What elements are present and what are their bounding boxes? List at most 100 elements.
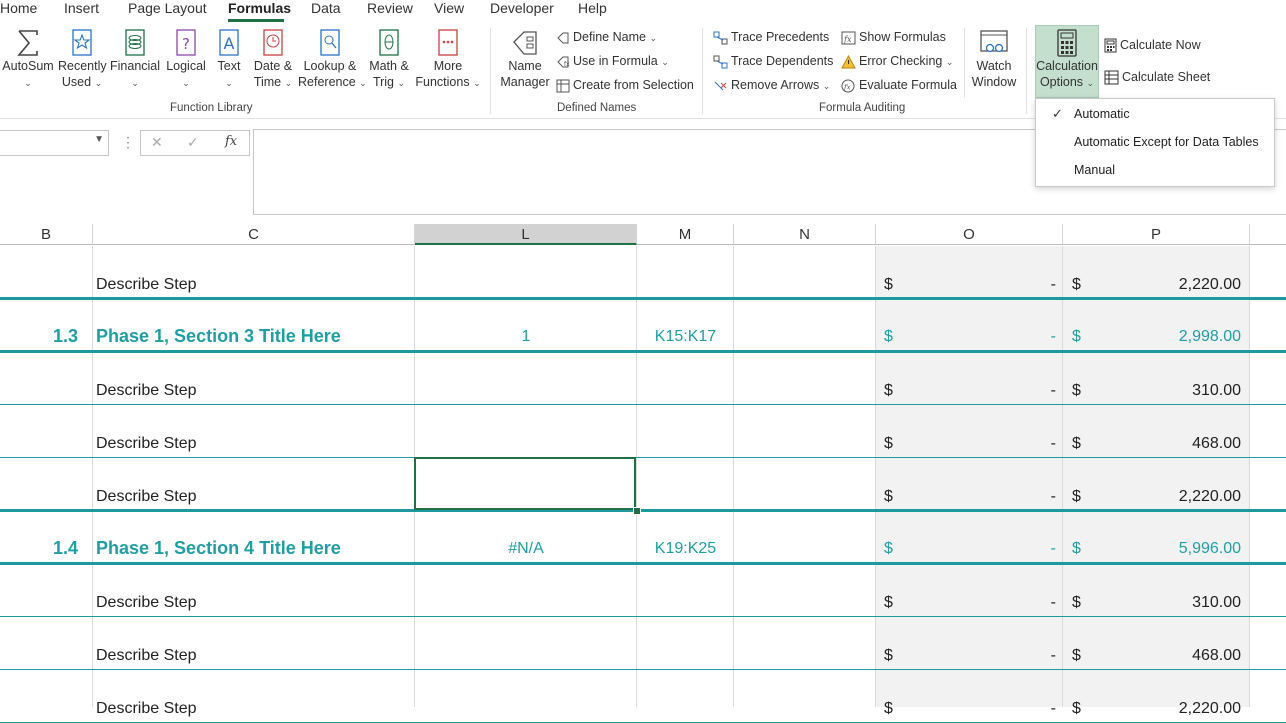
column-o-currency[interactable]: $ <box>884 539 893 559</box>
column-o-currency[interactable]: $ <box>884 646 893 666</box>
column-header-p[interactable]: P <box>1063 224 1250 245</box>
tab-data[interactable]: Data <box>311 0 341 16</box>
math-trig-button[interactable]: Math & Trig ⌄ <box>366 28 412 91</box>
column-m-value[interactable]: K19:K25 <box>637 539 734 559</box>
more-functions-button[interactable]: More Functions ⌄ <box>414 28 482 91</box>
column-p-value[interactable]: 468.00 <box>1100 434 1241 454</box>
column-o-value[interactable]: - <box>1000 539 1056 559</box>
column-header-n[interactable]: N <box>734 224 876 245</box>
column-header-m[interactable]: M <box>637 224 734 245</box>
show-formulas-button[interactable]: fx Show Formulas <box>841 29 946 45</box>
column-p-value[interactable]: 468.00 <box>1100 646 1241 666</box>
chevron-down-icon[interactable]: ▼ <box>94 134 104 145</box>
column-o-value[interactable]: - <box>1000 327 1056 347</box>
step-description[interactable]: Describe Step <box>96 646 197 666</box>
menu-item-automatic[interactable]: Automatic <box>1074 107 1130 121</box>
column-p-value[interactable]: 2,998.00 <box>1100 327 1241 347</box>
column-o-value[interactable]: - <box>1000 646 1056 666</box>
recently-used-button[interactable]: Recently Used ⌄ <box>58 28 107 91</box>
step-description[interactable]: Describe Step <box>96 275 197 295</box>
trace-precedents-button[interactable]: Trace Precedents <box>713 29 829 45</box>
step-description[interactable]: Describe Step <box>96 593 197 613</box>
tab-review[interactable]: Review <box>367 0 413 16</box>
column-p-value[interactable]: 2,220.00 <box>1100 275 1241 295</box>
trace-dependents-button[interactable]: Trace Dependents <box>713 53 833 69</box>
tab-formulas[interactable]: Formulas <box>228 0 291 16</box>
cancel-icon[interactable]: ✕ <box>151 134 163 151</box>
column-p-value[interactable]: 2,220.00 <box>1100 487 1241 507</box>
column-header-c[interactable]: C <box>93 224 415 245</box>
autosum-button[interactable]: AutoSum ⌄ <box>2 28 54 91</box>
column-o-value[interactable]: - <box>1000 699 1056 719</box>
column-o-currency[interactable]: $ <box>884 275 893 295</box>
step-description[interactable]: Describe Step <box>96 381 197 401</box>
column-p-value[interactable]: 2,220.00 <box>1100 699 1241 719</box>
formula-bar-grip[interactable]: ⋮ <box>121 134 135 151</box>
column-p-currency[interactable]: $ <box>1072 381 1081 401</box>
insert-function-icon[interactable]: fx <box>225 134 237 149</box>
column-header-o[interactable]: O <box>876 224 1063 245</box>
column-p-currency[interactable]: $ <box>1072 646 1081 666</box>
calculate-sheet-button[interactable]: Calculate Sheet <box>1104 69 1210 85</box>
tab-insert[interactable]: Insert <box>64 0 99 16</box>
column-m-value[interactable]: K15:K17 <box>637 327 734 347</box>
column-o-value[interactable]: - <box>1000 593 1056 613</box>
column-p-value[interactable]: 310.00 <box>1100 593 1241 613</box>
step-description[interactable]: Describe Step <box>96 699 197 719</box>
column-o-value[interactable]: - <box>1000 381 1056 401</box>
column-p-currency[interactable]: $ <box>1072 487 1081 507</box>
column-p-currency[interactable]: $ <box>1072 699 1081 719</box>
define-name-button[interactable]: Define Name ⌄ <box>556 29 657 46</box>
name-box[interactable]: ▼ <box>0 130 109 156</box>
tab-home[interactable]: Home <box>0 0 37 16</box>
column-header-l[interactable]: L <box>415 224 637 245</box>
tab-developer[interactable]: Developer <box>490 0 554 16</box>
column-p-value[interactable]: 5,996.00 <box>1100 539 1241 559</box>
create-from-selection-button[interactable]: Create from Selection <box>556 77 694 93</box>
column-o-currency[interactable]: $ <box>884 327 893 347</box>
evaluate-formula-button[interactable]: fx Evaluate Formula <box>841 77 957 93</box>
remove-arrows-button[interactable]: Remove Arrows ⌄ <box>713 77 830 94</box>
section-title[interactable]: Phase 1, Section 3 Title Here <box>96 326 341 346</box>
section-number[interactable]: 1.3 <box>0 326 78 346</box>
column-o-value[interactable]: - <box>1000 275 1056 295</box>
calculation-options-button[interactable]: Calculation Options ⌄ <box>1035 28 1099 91</box>
column-o-currency[interactable]: $ <box>884 593 893 613</box>
column-p-currency[interactable]: $ <box>1072 327 1081 347</box>
column-o-currency[interactable]: $ <box>884 434 893 454</box>
selected-cell[interactable] <box>414 457 636 510</box>
column-p-currency[interactable]: $ <box>1072 593 1081 613</box>
fill-handle[interactable] <box>633 507 641 515</box>
step-description[interactable]: Describe Step <box>96 434 197 454</box>
section-title[interactable]: Phase 1, Section 4 Title Here <box>96 538 341 558</box>
column-o-value[interactable]: - <box>1000 434 1056 454</box>
error-checking-button[interactable]: Error Checking ⌄ <box>841 53 953 70</box>
column-o-currency[interactable]: $ <box>884 699 893 719</box>
column-p-currency[interactable]: $ <box>1072 275 1081 295</box>
column-header-blank[interactable] <box>1250 224 1286 245</box>
name-manager-button[interactable]: Name Manager <box>498 28 552 90</box>
calculate-now-button[interactable]: Calculate Now <box>1104 37 1201 53</box>
financial-button[interactable]: Financial ⌄ <box>110 28 160 91</box>
date-time-button[interactable]: Date & Time ⌄ <box>250 28 296 91</box>
column-o-currency[interactable]: $ <box>884 487 893 507</box>
enter-icon[interactable]: ✓ <box>187 134 199 151</box>
menu-item-manual[interactable]: Manual <box>1074 163 1115 177</box>
column-o-currency[interactable]: $ <box>884 381 893 401</box>
menu-item-automatic-except-data-tables[interactable]: Automatic Except for Data Tables <box>1074 135 1259 149</box>
column-l-value[interactable]: 1 <box>415 327 637 347</box>
column-p-value[interactable]: 310.00 <box>1100 381 1241 401</box>
column-l-value[interactable]: #N/A <box>415 539 637 559</box>
step-description[interactable]: Describe Step <box>96 487 197 507</box>
column-header-b[interactable]: B <box>0 224 93 245</box>
column-p-currency[interactable]: $ <box>1072 434 1081 454</box>
watch-window-button[interactable]: Watch Window <box>970 28 1018 90</box>
tab-view[interactable]: View <box>434 0 464 16</box>
logical-button[interactable]: ? Logical ⌄ <box>164 28 208 91</box>
column-o-value[interactable]: - <box>1000 487 1056 507</box>
tab-page-layout[interactable]: Page Layout <box>128 0 207 16</box>
text-button[interactable]: A Text ⌄ <box>212 28 246 91</box>
column-p-currency[interactable]: $ <box>1072 539 1081 559</box>
use-in-formula-button[interactable]: fx Use in Formula ⌄ <box>556 53 669 70</box>
tab-help[interactable]: Help <box>578 0 607 16</box>
